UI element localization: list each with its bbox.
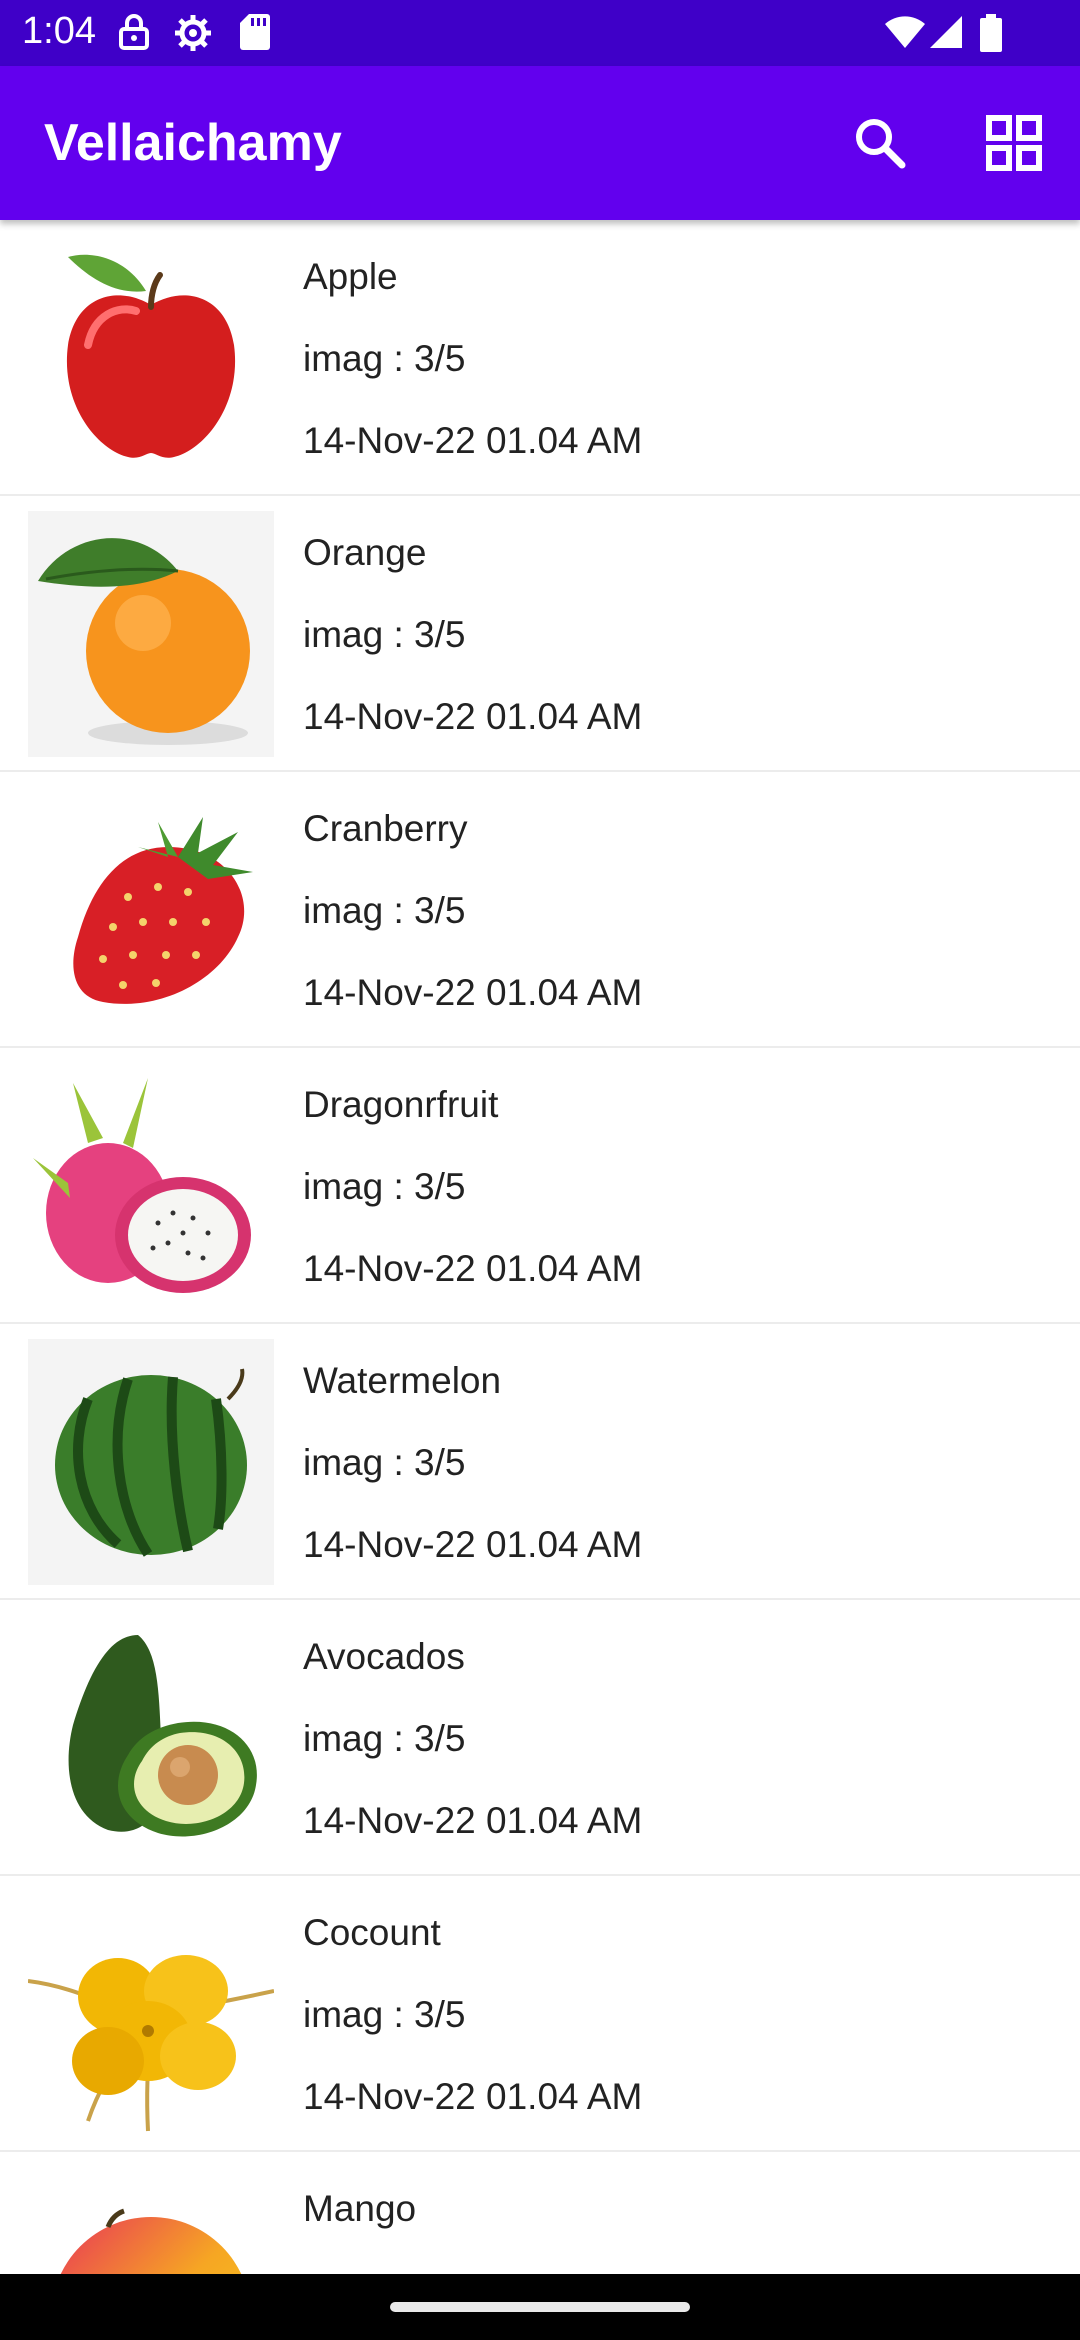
item-name: Cocount xyxy=(303,1912,441,1953)
watermelon-image xyxy=(28,1339,274,1585)
grid-view-button[interactable] xyxy=(982,111,1046,175)
navigation-bar xyxy=(0,2274,1080,2340)
item-name: Cranberry xyxy=(303,808,468,849)
list-item-dragonfruit[interactable]: Dragonrfruit imag : 3/5 14-Nov-22 01.04 … xyxy=(0,1048,1080,1324)
item-info: imag : 3/5 xyxy=(303,1166,466,1207)
item-date: 14-Nov-22 01.04 AM xyxy=(303,1248,643,1289)
list-item-avocados[interactable]: Avocados imag : 3/5 14-Nov-22 01.04 AM xyxy=(0,1600,1080,1876)
item-info: imag : 3/5 xyxy=(303,1442,466,1483)
fruit-list[interactable]: Apple imag : 3/5 14-Nov-22 01.04 AM Oran… xyxy=(0,220,1080,2274)
app-bar: Vellaichamy xyxy=(0,66,1080,220)
list-item-apple[interactable]: Apple imag : 3/5 14-Nov-22 01.04 AM xyxy=(0,220,1080,496)
dragonfruit-image xyxy=(28,1063,274,1309)
item-name: Dragonrfruit xyxy=(303,1084,499,1125)
item-name: Orange xyxy=(303,532,427,573)
orange-image xyxy=(28,511,274,757)
apple-image xyxy=(28,235,274,481)
list-item-orange[interactable]: Orange imag : 3/5 14-Nov-22 01.04 AM xyxy=(0,496,1080,772)
item-date: 14-Nov-22 01.04 AM xyxy=(303,696,643,737)
avocado-image xyxy=(28,1615,274,1861)
lock-icon xyxy=(119,14,149,50)
item-name: Watermelon xyxy=(303,1360,502,1401)
sd-card-icon xyxy=(240,14,270,50)
signal-icon xyxy=(930,16,962,48)
coconut-image xyxy=(28,1891,274,2137)
item-name: Avocados xyxy=(303,1636,465,1677)
item-info: imag : 3/5 xyxy=(303,890,466,931)
list-item-watermelon[interactable]: Watermelon imag : 3/5 14-Nov-22 01.04 AM xyxy=(0,1324,1080,1600)
gear-icon xyxy=(175,15,211,51)
search-button[interactable] xyxy=(848,111,912,175)
item-info: imag : 3/5 xyxy=(303,338,466,379)
status-time: 1:04 xyxy=(22,10,96,52)
wifi-icon xyxy=(885,16,925,48)
home-gesture-handle[interactable] xyxy=(390,2302,690,2312)
item-date: 14-Nov-22 01.04 AM xyxy=(303,1800,643,1841)
cranberry-image xyxy=(28,787,274,1033)
item-date: 14-Nov-22 01.04 AM xyxy=(303,972,643,1013)
item-name: Mango xyxy=(303,2188,417,2229)
grid-view-icon xyxy=(986,115,1042,171)
list-item-mango[interactable]: Mango xyxy=(0,2152,1080,2274)
item-info: imag : 3/5 xyxy=(303,1718,466,1759)
mango-image xyxy=(28,2167,274,2274)
item-date: 14-Nov-22 01.04 AM xyxy=(303,1524,643,1565)
item-info: imag : 3/5 xyxy=(303,614,466,655)
battery-icon xyxy=(980,14,1002,52)
item-date: 14-Nov-22 01.04 AM xyxy=(303,2076,643,2117)
status-bar: 1:04 xyxy=(0,0,1080,66)
item-info: imag : 3/5 xyxy=(303,1994,466,2035)
search-icon xyxy=(856,119,906,169)
list-item-cranberry[interactable]: Cranberry imag : 3/5 14-Nov-22 01.04 AM xyxy=(0,772,1080,1048)
item-name: Apple xyxy=(303,256,398,297)
list-item-cocount[interactable]: Cocount imag : 3/5 14-Nov-22 01.04 AM xyxy=(0,1876,1080,2152)
item-date: 14-Nov-22 01.04 AM xyxy=(303,420,643,461)
app-title: Vellaichamy xyxy=(44,114,342,172)
